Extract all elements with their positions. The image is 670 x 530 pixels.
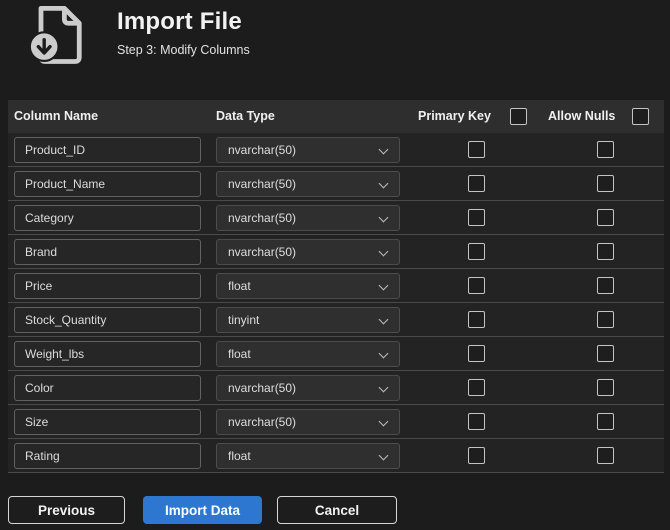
- data-type-value: float: [228, 279, 251, 293]
- table-body: nvarchar(50) nvarchar(50) nvarchar(50) n…: [8, 133, 664, 473]
- data-type-select[interactable]: float: [216, 341, 400, 367]
- data-type-select[interactable]: nvarchar(50): [216, 205, 400, 231]
- primary-key-checkbox[interactable]: [468, 311, 485, 328]
- primary-key-checkbox[interactable]: [468, 209, 485, 226]
- column-name-input[interactable]: [14, 171, 201, 197]
- data-type-value: nvarchar(50): [228, 177, 297, 191]
- chevron-down-icon: [380, 418, 388, 426]
- allow-nulls-checkbox[interactable]: [597, 345, 614, 362]
- chevron-down-icon: [380, 452, 388, 460]
- allow-nulls-checkbox[interactable]: [597, 413, 614, 430]
- chevron-down-icon: [380, 282, 388, 290]
- primary-key-select-all-checkbox[interactable]: [510, 108, 527, 125]
- table-row: nvarchar(50): [8, 201, 664, 235]
- allow-nulls-checkbox[interactable]: [597, 141, 614, 158]
- allow-nulls-checkbox[interactable]: [597, 209, 614, 226]
- primary-key-checkbox[interactable]: [468, 277, 485, 294]
- table-row: tinyint: [8, 303, 664, 337]
- allow-nulls-checkbox[interactable]: [597, 379, 614, 396]
- allow-nulls-select-all-checkbox[interactable]: [632, 108, 649, 125]
- column-name-input[interactable]: [14, 239, 201, 265]
- column-name-input[interactable]: [14, 443, 201, 469]
- data-type-select[interactable]: float: [216, 443, 400, 469]
- chevron-down-icon: [380, 316, 388, 324]
- allow-nulls-checkbox[interactable]: [597, 175, 614, 192]
- table-header-row: Column Name Data Type Primary Key Allow …: [8, 100, 664, 133]
- columns-table: Column Name Data Type Primary Key Allow …: [8, 100, 664, 473]
- data-type-select[interactable]: nvarchar(50): [216, 171, 400, 197]
- data-type-value: nvarchar(50): [228, 245, 297, 259]
- chevron-down-icon: [380, 214, 388, 222]
- table-row: nvarchar(50): [8, 235, 664, 269]
- column-name-input[interactable]: [14, 137, 201, 163]
- chevron-down-icon: [380, 384, 388, 392]
- chevron-down-icon: [380, 146, 388, 154]
- primary-key-checkbox[interactable]: [468, 379, 485, 396]
- column-header-allow-nulls: Allow Nulls: [548, 109, 616, 123]
- column-name-input[interactable]: [14, 307, 201, 333]
- data-type-select[interactable]: nvarchar(50): [216, 239, 400, 265]
- table-row: float: [8, 337, 664, 371]
- data-type-value: nvarchar(50): [228, 143, 297, 157]
- data-type-value: nvarchar(50): [228, 381, 297, 395]
- data-type-select[interactable]: tinyint: [216, 307, 400, 333]
- column-header-name: Column Name: [14, 109, 99, 123]
- primary-key-checkbox[interactable]: [468, 345, 485, 362]
- column-name-input[interactable]: [14, 273, 201, 299]
- page-header: Import File Step 3: Modify Columns: [0, 0, 670, 100]
- data-type-select[interactable]: nvarchar(50): [216, 409, 400, 435]
- table-row: float: [8, 439, 664, 473]
- column-name-input[interactable]: [14, 409, 201, 435]
- allow-nulls-checkbox[interactable]: [597, 243, 614, 260]
- data-type-value: tinyint: [228, 313, 260, 327]
- chevron-down-icon: [380, 248, 388, 256]
- import-data-button[interactable]: Import Data: [143, 496, 262, 524]
- data-type-value: nvarchar(50): [228, 415, 297, 429]
- previous-button[interactable]: Previous: [8, 496, 125, 524]
- column-name-input[interactable]: [14, 375, 201, 401]
- data-type-value: float: [228, 347, 251, 361]
- table-row: nvarchar(50): [8, 405, 664, 439]
- page-title: Import File: [117, 8, 242, 35]
- table-row: nvarchar(50): [8, 167, 664, 201]
- file-download-icon: [28, 5, 82, 64]
- data-type-select[interactable]: nvarchar(50): [216, 375, 400, 401]
- data-type-value: float: [228, 449, 251, 463]
- column-header-data-type: Data Type: [216, 109, 275, 123]
- data-type-select[interactable]: nvarchar(50): [216, 137, 400, 163]
- action-bar: Previous Import Data Cancel: [8, 473, 664, 530]
- chevron-down-icon: [380, 350, 388, 358]
- data-type-select[interactable]: float: [216, 273, 400, 299]
- primary-key-checkbox[interactable]: [468, 243, 485, 260]
- table-row: nvarchar(50): [8, 133, 664, 167]
- data-type-value: nvarchar(50): [228, 211, 297, 225]
- allow-nulls-checkbox[interactable]: [597, 311, 614, 328]
- column-name-input[interactable]: [14, 205, 201, 231]
- primary-key-checkbox[interactable]: [468, 141, 485, 158]
- allow-nulls-checkbox[interactable]: [597, 277, 614, 294]
- table-row: float: [8, 269, 664, 303]
- primary-key-checkbox[interactable]: [468, 413, 485, 430]
- primary-key-checkbox[interactable]: [468, 447, 485, 464]
- allow-nulls-checkbox[interactable]: [597, 447, 614, 464]
- chevron-down-icon: [380, 180, 388, 188]
- step-subtitle: Step 3: Modify Columns: [117, 43, 250, 57]
- table-row: nvarchar(50): [8, 371, 664, 405]
- column-header-primary-key: Primary Key: [418, 109, 491, 123]
- cancel-button[interactable]: Cancel: [277, 496, 397, 524]
- primary-key-checkbox[interactable]: [468, 175, 485, 192]
- column-name-input[interactable]: [14, 341, 201, 367]
